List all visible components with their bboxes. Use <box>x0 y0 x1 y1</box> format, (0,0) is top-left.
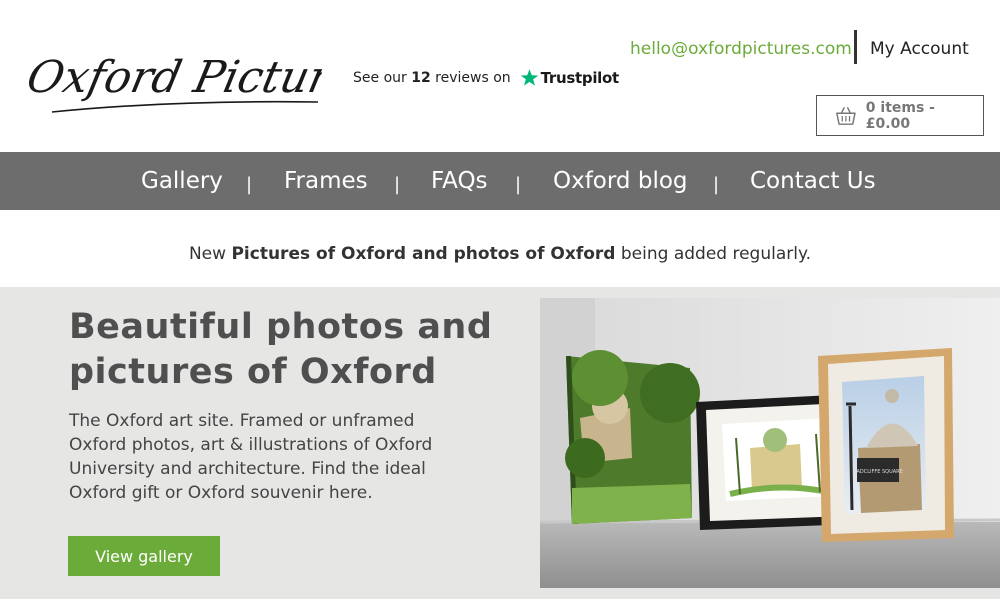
nav-separator: | <box>246 174 253 195</box>
hero-description: The Oxford art site. Framed or unframed … <box>69 411 433 503</box>
trustpilot-logo[interactable]: Trustpilot <box>520 68 619 87</box>
header-divider <box>854 30 857 64</box>
my-account-link[interactable]: My Account <box>870 39 969 59</box>
announcement-prefix: New <box>188 244 227 264</box>
nav-separator: | <box>713 174 720 195</box>
view-gallery-button[interactable]: View gallery <box>68 536 220 576</box>
announcement-suffix: being added regularly. <box>620 244 812 264</box>
nav-separator: | <box>515 174 522 195</box>
review-count: 12 <box>411 69 431 86</box>
announcement-bar: New Pictures of Oxford and photos of Oxf… <box>0 244 1000 264</box>
trustpilot-badge[interactable]: See our 12 reviews on Trustpilot <box>353 68 619 87</box>
nav-item-gallery[interactable]: Gallery <box>141 168 223 194</box>
site-logo[interactable]: Oxford Pictures <box>22 30 322 120</box>
trustpilot-text: See our 12 reviews on <box>353 70 511 86</box>
main-nav: Gallery | Frames | FAQs | Oxford blog | … <box>0 152 1000 210</box>
nav-separator: | <box>394 174 401 195</box>
star-icon <box>520 69 538 86</box>
street-sign-text: RADCLIFFE SQUARE <box>853 469 903 475</box>
framed-prints-image: RADCLIFFE SQUARE <box>540 298 1000 588</box>
cart-summary: 0 items - £0.00 <box>865 99 935 132</box>
trustpilot-prefix: See our <box>353 69 407 86</box>
announcement-highlight: Pictures of Oxford and photos of Oxford <box>231 244 616 264</box>
basket-icon <box>836 106 856 125</box>
email-link[interactable]: hello@oxfordpictures.com <box>630 39 852 59</box>
trustpilot-brand: Trustpilot <box>540 68 620 87</box>
page-bottom-strip <box>0 599 1000 610</box>
nav-item-frames[interactable]: Frames <box>284 168 368 194</box>
nav-item-contact-us[interactable]: Contact Us <box>750 168 876 194</box>
logo-text: Oxford Pictures <box>23 52 322 102</box>
site-header: Oxford Pictures See our 12 reviews on Tr… <box>0 0 1000 152</box>
hero-title: Beautiful photos and pictures of Oxford <box>69 307 493 392</box>
nav-item-oxford-blog[interactable]: Oxford blog <box>553 168 688 194</box>
cart-button[interactable]: 0 items - £0.00 <box>816 95 984 136</box>
hero-section: Beautiful photos and pictures of Oxford … <box>0 287 1000 599</box>
trustpilot-suffix: reviews on <box>435 69 511 86</box>
nav-item-faqs[interactable]: FAQs <box>431 168 488 194</box>
